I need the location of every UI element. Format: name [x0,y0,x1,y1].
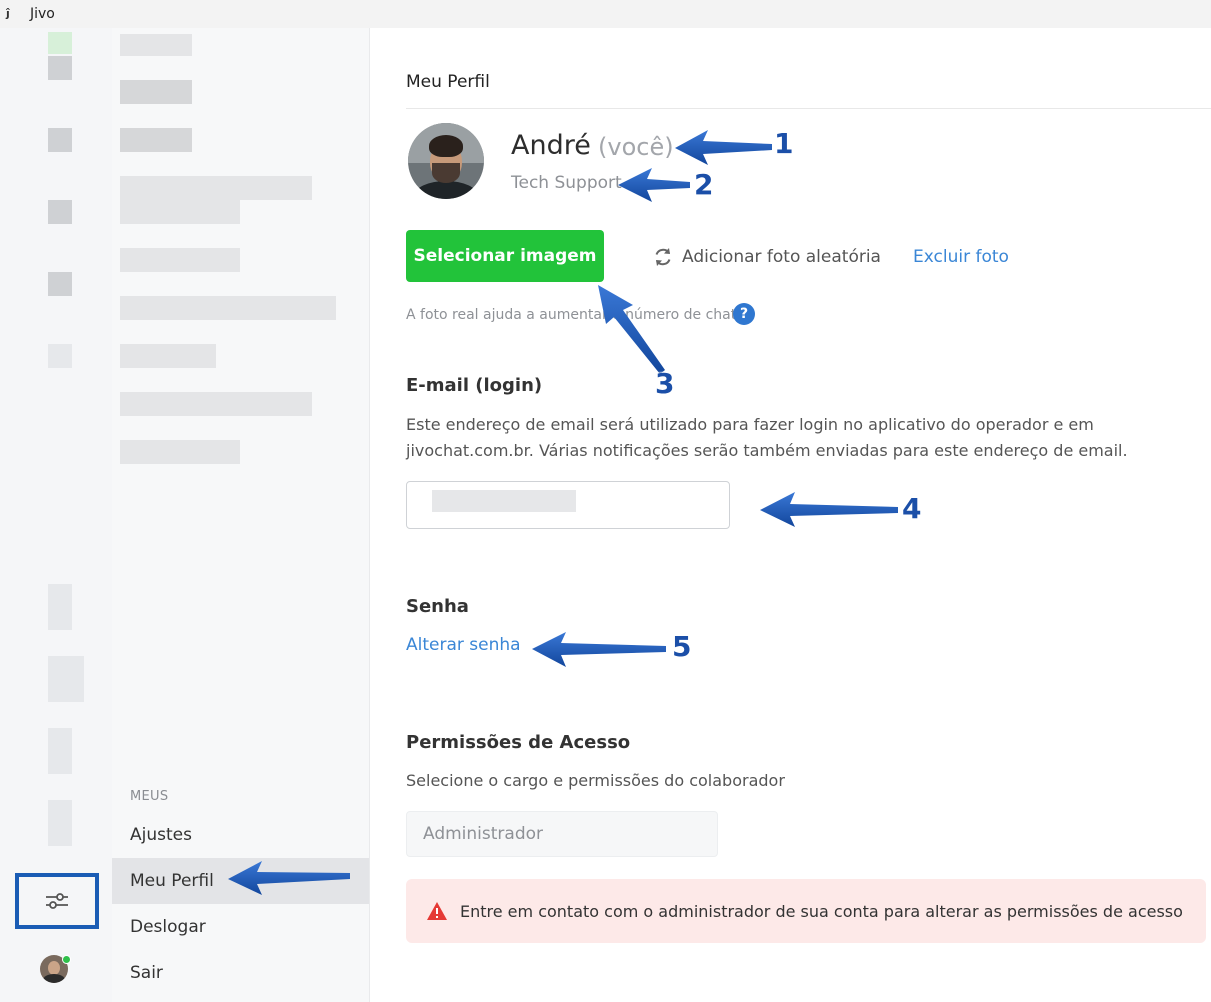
delete-photo-link[interactable]: Excluir foto [913,247,1009,267]
sidebar-item-deslogar[interactable]: Deslogar [112,904,369,950]
random-photo-button[interactable]: Adicionar foto aleatória [652,244,881,270]
email-description-line2: jivochat.com.br. Várias notificações ser… [406,441,1128,460]
profile-avatar [408,123,484,199]
rail-nav-icon[interactable] [48,200,72,224]
jivo-logo-icon: ĵ [6,7,10,20]
email-heading: E-mail (login) [406,375,543,396]
help-icon[interactable]: ? [733,303,755,325]
annotation-number-4: 4 [902,492,922,525]
sidebar-item-blurred[interactable] [120,344,216,368]
rail-nav-icon[interactable] [48,656,84,702]
sidebar-section-label: MEUS [130,789,169,804]
rail-nav-icon[interactable] [48,728,72,774]
rail-nav-icon[interactable] [48,344,72,368]
rail-nav-icon[interactable] [48,56,72,80]
email-field[interactable] [406,481,730,529]
sidebar-item-blurred[interactable] [120,248,240,272]
annotation-number-2: 2 [694,168,714,201]
photo-hint: A foto real ajuda a aumentar o número de… [406,307,748,323]
rail-nav-icon[interactable] [48,32,72,54]
settings-sidebar: MEUS Ajustes Meu Perfil Deslogar Sair [112,28,370,1002]
random-photo-label: Adicionar foto aleatória [682,247,881,267]
page-title: Meu Perfil [406,72,490,92]
permissions-alert: Entre em contato com o administrador de … [406,879,1206,943]
rail-nav-icon[interactable] [48,584,72,630]
sidebar-item-blurred[interactable] [120,440,240,464]
sidebar-item-ajustes[interactable]: Ajustes [112,812,369,858]
permissions-heading: Permissões de Acesso [406,732,631,753]
online-status-dot [62,955,71,964]
annotation-number-1: 1 [774,127,794,160]
rail-nav-icon[interactable] [48,800,72,846]
sidebar-item-meu-perfil[interactable]: Meu Perfil [112,858,369,904]
email-value-redacted [432,490,576,512]
sidebar-item-blurred[interactable] [120,200,240,224]
user-role: Tech Support [511,173,622,193]
permissions-description: Selecione o cargo e permissões do colabo… [406,771,785,790]
annotation-number-5: 5 [672,630,692,663]
select-image-button[interactable]: Selecionar imagem [406,230,604,282]
sidebar-item-blurred[interactable] [120,176,312,200]
sidebar-item-blurred[interactable] [120,128,192,152]
divider [406,108,1211,109]
sliders-icon [46,893,68,909]
password-heading: Senha [406,596,469,617]
sidebar-item-blurred[interactable] [120,80,192,104]
you-label: (você) [598,133,674,161]
warning-icon [427,902,447,920]
sidebar-item-blurred[interactable] [120,34,192,56]
rail-nav-icon[interactable] [48,128,72,152]
sidebar-item-sair[interactable]: Sair [112,950,369,996]
refresh-icon [655,248,671,266]
window-title: Jivo [30,6,55,22]
user-name: André [511,130,591,161]
icon-rail [0,28,112,1002]
role-select[interactable]: Administrador [406,811,718,857]
alert-text: Entre em contato com o administrador de … [460,901,1183,921]
profile-main: Meu Perfil André (você) Tech Support Sel… [370,28,1211,1002]
email-description-line1: Este endereço de email será utilizado pa… [406,415,1094,434]
rail-nav-icon[interactable] [48,272,72,296]
title-bar: ĵ Jivo [0,0,1211,28]
sidebar-item-blurred[interactable] [120,296,336,320]
sidebar-item-blurred[interactable] [120,392,312,416]
change-password-link[interactable]: Alterar senha [406,635,521,655]
settings-button[interactable] [15,873,99,929]
annotation-number-3: 3 [655,367,675,400]
